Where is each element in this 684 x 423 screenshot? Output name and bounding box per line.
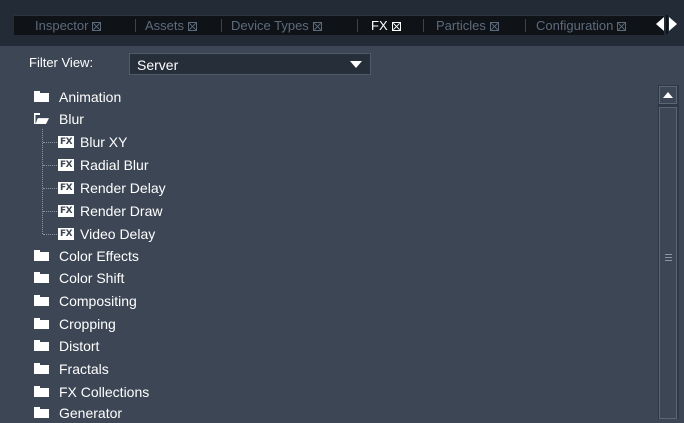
close-icon[interactable] [92,22,102,31]
close-icon[interactable] [312,22,322,31]
tree-item-label: Cropping [59,316,116,332]
tab-label: Configuration [536,18,614,33]
fx-icon: FX [58,159,74,171]
tree-item-label: Blur [59,111,84,127]
tab-divider [423,19,424,32]
tab-label: Device Types [231,18,309,33]
folder-icon [34,386,49,397]
tree-item-label: Color Effects [59,248,139,264]
vertical-scrollbar[interactable] [658,85,679,419]
tree-item-label: Video Delay [80,226,156,242]
tree-item-label: Fractals [59,361,109,377]
tree-item-label: Compositing [59,293,137,309]
folder-icon [34,340,49,351]
filter-view-label: Filter View: [29,55,94,70]
tree-item-label: Color Shift [59,270,125,286]
filter-view-dropdown[interactable]: Server [129,53,371,75]
close-icon[interactable] [188,22,198,31]
tab-bar: Inspector Assets Device Types FX Particl… [0,0,684,46]
folder-open-icon [34,113,49,124]
arrow-divider [666,15,668,34]
scroll-tabs-left-icon[interactable] [656,17,664,31]
tab-strip: Inspector Assets Device Types FX Particl… [14,15,664,35]
tab-divider [525,19,526,32]
fx-icon: FX [58,228,74,240]
close-icon[interactable] [489,22,499,31]
tree-connector [43,165,57,166]
tree-item-label: Blur XY [80,134,128,150]
scroll-up-arrow-icon[interactable] [659,86,677,104]
tree-item-label: Generator [59,405,123,421]
folder-icon [34,295,49,306]
tab-label: Particles [436,18,486,33]
folder-icon [34,250,49,261]
grip-icon [665,254,672,261]
tab-label: Assets [145,18,185,33]
tab-inspector[interactable]: Inspector [35,16,102,35]
tab-assets[interactable]: Assets [145,16,198,35]
tree-connector [43,188,57,189]
scrollbar-thumb[interactable] [659,107,677,419]
tab-divider [357,19,358,32]
tree-item-label: Render Delay [80,180,166,196]
tree-item-label: Animation [59,89,122,105]
tab-divider [221,19,222,32]
fx-icon: FX [58,205,74,217]
tree-connector [43,211,57,212]
folder-icon [34,318,49,329]
folder-icon [34,272,49,283]
tab-configuration[interactable]: Configuration [536,16,627,35]
tree-item-label: FX Collections [59,384,150,400]
filter-view-value: Server [137,57,179,73]
tree-connector [43,234,57,235]
tab-divider [135,19,136,32]
tab-label: FX [371,18,388,33]
tree-item-label: Render Draw [80,203,163,219]
tree-connector [43,142,57,143]
scroll-tabs-right-icon[interactable] [669,17,677,31]
tree-item-label: Distort [59,338,100,354]
tab-fx[interactable]: FX [371,16,401,35]
chevron-down-icon[interactable] [342,54,370,74]
tree-connector [42,129,43,234]
tab-device-types[interactable]: Device Types [231,16,322,35]
fx-icon: FX [58,182,74,194]
folder-icon [34,407,49,418]
close-icon[interactable] [617,22,627,31]
fx-icon: FX [58,136,74,148]
close-icon[interactable] [391,22,401,31]
tab-label: Inspector [35,18,89,33]
folder-icon [34,91,49,102]
tab-particles[interactable]: Particles [436,16,499,35]
tree-item-label: Radial Blur [80,157,149,173]
folder-icon [34,363,49,374]
